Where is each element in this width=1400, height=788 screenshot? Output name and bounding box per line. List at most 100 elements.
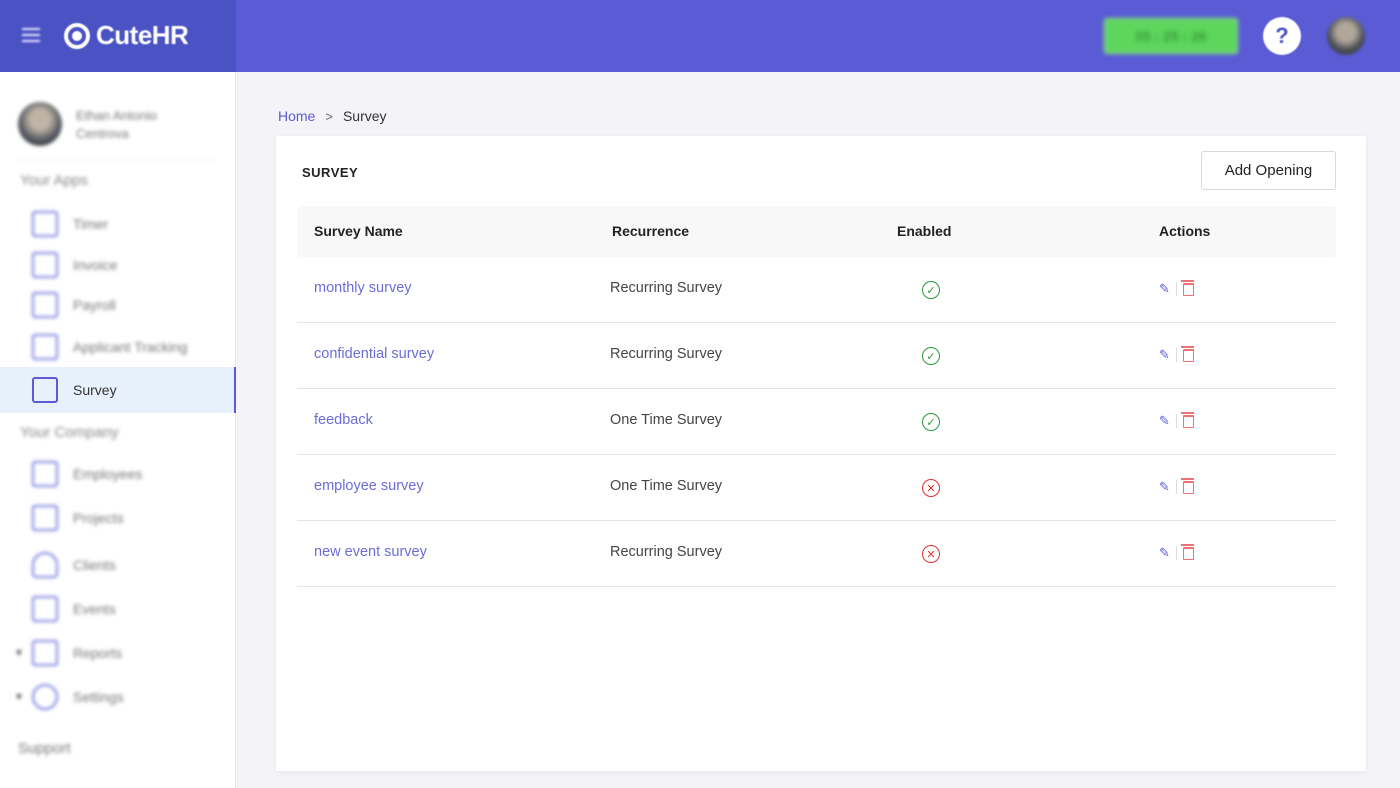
sidebar: Ethan Antonio Centrova Your Apps Timer I… bbox=[0, 72, 236, 788]
row-actions: ✎ bbox=[1159, 477, 1194, 495]
sidebar-item-timer[interactable]: Timer bbox=[0, 202, 236, 246]
section-your-apps: Your Apps bbox=[20, 172, 88, 189]
recurrence-cell: One Time Survey bbox=[610, 478, 723, 494]
settings-icon bbox=[32, 684, 58, 710]
column-header-survey-name[interactable]: Survey Name bbox=[314, 223, 403, 239]
table-row: monthly survey Recurring Survey ✓ ✎ bbox=[297, 257, 1336, 323]
edit-icon[interactable]: ✎ bbox=[1159, 413, 1170, 429]
invoice-icon bbox=[32, 252, 58, 278]
row-actions: ✎ bbox=[1159, 279, 1194, 297]
column-header-enabled[interactable]: Enabled bbox=[897, 223, 951, 239]
sidebar-item-label: Reports bbox=[73, 645, 123, 661]
sidebar-item-employees[interactable]: Employees bbox=[0, 452, 236, 496]
sidebar-item-label: Invoice bbox=[73, 257, 118, 273]
table-row: confidential survey Recurring Survey ✓ ✎ bbox=[297, 323, 1336, 389]
app-logo[interactable]: CuteHR bbox=[96, 20, 189, 51]
edit-icon[interactable]: ✎ bbox=[1159, 479, 1170, 495]
brand-area: CuteHR bbox=[0, 0, 236, 72]
row-actions: ✎ bbox=[1159, 411, 1194, 429]
survey-name-link[interactable]: employee survey bbox=[314, 478, 424, 494]
enabled-check-icon: ✓ bbox=[922, 413, 940, 431]
actions-divider bbox=[1175, 348, 1177, 362]
user-avatar[interactable] bbox=[1327, 17, 1365, 55]
survey-table: Survey Name Recurrence Enabled Actions m… bbox=[297, 206, 1336, 587]
table-row: employee survey One Time Survey ✕ ✎ bbox=[297, 455, 1336, 521]
add-opening-button[interactable]: Add Opening bbox=[1201, 151, 1336, 190]
sidebar-item-label: Survey bbox=[73, 382, 117, 398]
section-your-company: Your Company bbox=[20, 424, 119, 441]
edit-icon[interactable]: ✎ bbox=[1159, 281, 1170, 297]
sidebar-item-invoice[interactable]: Invoice bbox=[0, 243, 236, 287]
sidebar-item-survey[interactable]: Survey bbox=[0, 367, 236, 413]
column-header-actions: Actions bbox=[1159, 223, 1211, 239]
sidebar-item-label: Clients bbox=[73, 557, 116, 573]
enabled-check-icon: ✓ bbox=[922, 347, 940, 365]
recurrence-cell: Recurring Survey bbox=[610, 544, 723, 560]
survey-name-link[interactable]: new event survey bbox=[314, 544, 427, 560]
row-actions: ✎ bbox=[1159, 345, 1194, 363]
top-bar: CuteHR 05 : 25 : 26 ? bbox=[0, 0, 1400, 72]
recurrence-cell: One Time Survey bbox=[610, 412, 723, 428]
delete-icon[interactable] bbox=[1180, 345, 1194, 362]
sidebar-item-reports[interactable]: ▼ Reports bbox=[0, 631, 236, 675]
sidebar-item-events[interactable]: Events bbox=[0, 587, 236, 631]
survey-name-link[interactable]: monthly survey bbox=[314, 280, 412, 296]
sidebar-item-label: Payroll bbox=[73, 297, 116, 313]
avatar bbox=[18, 102, 62, 146]
logo-icon bbox=[64, 23, 90, 49]
delete-icon[interactable] bbox=[1180, 477, 1194, 494]
page-title: SURVEY bbox=[302, 165, 359, 180]
breadcrumb: Home > Survey bbox=[278, 108, 387, 124]
actions-divider bbox=[1175, 546, 1177, 560]
survey-icon bbox=[32, 377, 58, 403]
recurrence-cell: Recurring Survey bbox=[610, 346, 723, 362]
chevron-right-icon: > bbox=[325, 108, 333, 124]
table-row: new event survey Recurring Survey ✕ ✎ bbox=[297, 521, 1336, 587]
timer-display[interactable]: 05 : 25 : 26 bbox=[1104, 18, 1238, 54]
applicant-tracking-icon bbox=[32, 334, 58, 360]
sidebar-item-clients[interactable]: Clients bbox=[0, 543, 236, 587]
row-actions: ✎ bbox=[1159, 543, 1194, 561]
chevron-down-icon: ▼ bbox=[14, 647, 24, 659]
clients-icon bbox=[32, 552, 58, 578]
actions-divider bbox=[1175, 414, 1177, 428]
sidebar-item-applicant-tracking[interactable]: Applicant Tracking bbox=[0, 325, 236, 369]
edit-icon[interactable]: ✎ bbox=[1159, 545, 1170, 561]
projects-icon bbox=[32, 505, 58, 531]
sidebar-item-settings[interactable]: ▼ Settings bbox=[0, 675, 236, 719]
hamburger-menu-icon[interactable] bbox=[22, 28, 40, 42]
sidebar-item-label: Projects bbox=[73, 510, 124, 526]
sidebar-item-payroll[interactable]: Payroll bbox=[0, 283, 236, 327]
delete-icon[interactable] bbox=[1180, 543, 1194, 560]
delete-icon[interactable] bbox=[1180, 411, 1194, 428]
edit-icon[interactable]: ✎ bbox=[1159, 347, 1170, 363]
timer-icon bbox=[32, 211, 58, 237]
table-row: feedback One Time Survey ✓ ✎ bbox=[297, 389, 1336, 455]
actions-divider bbox=[1175, 480, 1177, 494]
chevron-down-icon: ▼ bbox=[14, 691, 24, 703]
sidebar-item-projects[interactable]: Projects bbox=[0, 496, 236, 540]
recurrence-cell: Recurring Survey bbox=[610, 280, 723, 296]
survey-name-link[interactable]: feedback bbox=[314, 412, 373, 428]
survey-card: SURVEY Add Opening Survey Name Recurrenc… bbox=[276, 136, 1366, 771]
survey-name-link[interactable]: confidential survey bbox=[314, 346, 434, 362]
column-header-recurrence[interactable]: Recurrence bbox=[612, 223, 689, 239]
sidebar-item-label: Applicant Tracking bbox=[73, 339, 188, 355]
events-icon bbox=[32, 596, 58, 622]
sidebar-item-support[interactable]: Support bbox=[18, 740, 71, 757]
enabled-check-icon: ✓ bbox=[922, 281, 940, 299]
sidebar-item-label: Events bbox=[73, 601, 116, 617]
breadcrumb-home-link[interactable]: Home bbox=[278, 108, 315, 124]
table-header: Survey Name Recurrence Enabled Actions bbox=[297, 206, 1336, 257]
disabled-x-icon: ✕ bbox=[922, 479, 940, 497]
reports-icon bbox=[32, 640, 58, 666]
user-name: Ethan Antonio Centrova bbox=[76, 108, 157, 141]
sidebar-item-label: Settings bbox=[73, 689, 124, 705]
actions-divider bbox=[1175, 282, 1177, 296]
user-profile[interactable]: Ethan Antonio Centrova bbox=[16, 102, 216, 160]
help-button[interactable]: ? bbox=[1263, 17, 1301, 55]
breadcrumb-current: Survey bbox=[342, 108, 387, 124]
delete-icon[interactable] bbox=[1180, 279, 1194, 296]
sidebar-item-label: Employees bbox=[73, 466, 143, 482]
employees-icon bbox=[32, 461, 58, 487]
